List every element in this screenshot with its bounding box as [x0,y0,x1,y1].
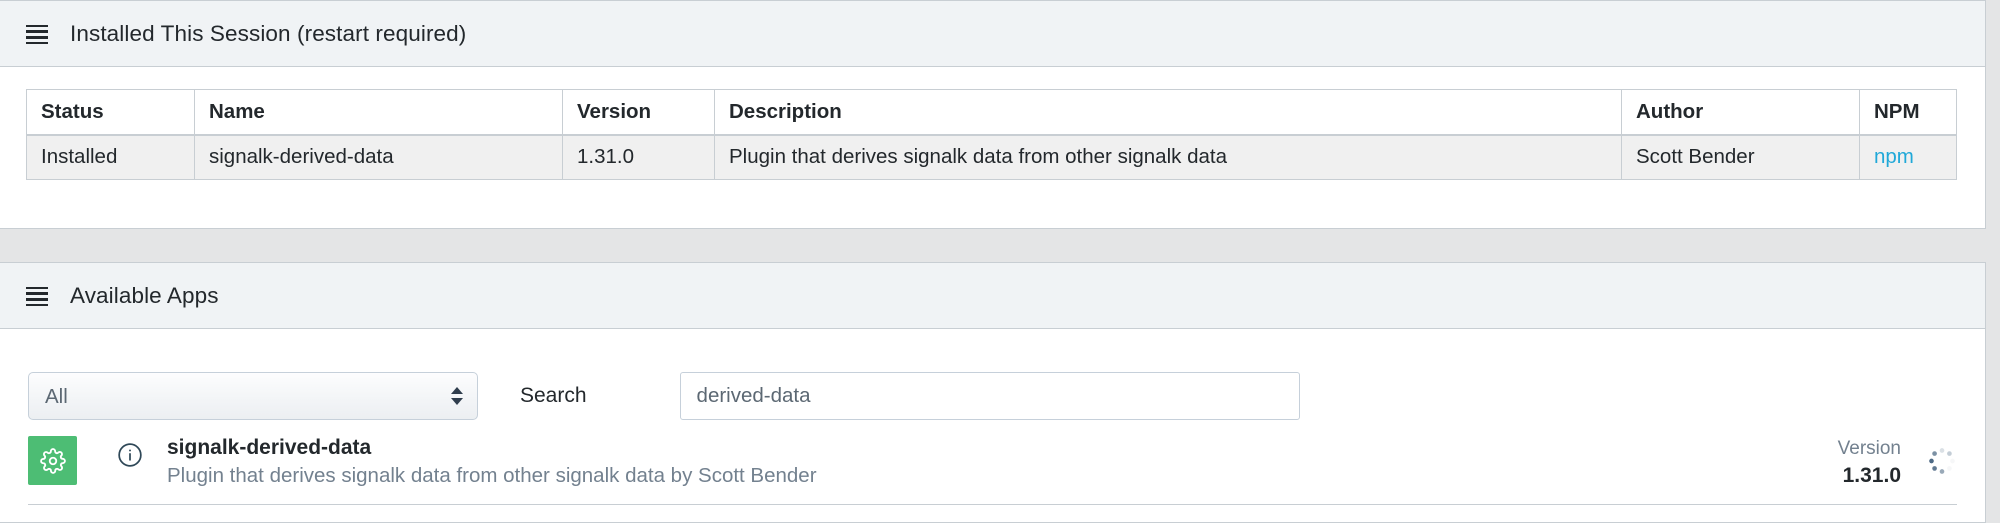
column-header-status: Status [26,89,195,136]
cell-name: signalk-derived-data [194,134,563,180]
column-header-npm: NPM [1859,89,1957,136]
section-gap [0,229,1986,262]
cell-status: Installed [26,134,195,180]
npm-link[interactable]: npm [1874,145,1914,168]
filter-row: All Search [0,329,1985,426]
version-label: Version [1837,438,1901,459]
hamburger-icon [26,286,48,307]
app-meta-block: Version 1.31.0 [1838,436,1957,490]
info-circle-icon[interactable] [117,442,143,468]
category-select[interactable]: All [28,372,478,420]
cell-version: 1.31.0 [562,134,715,180]
available-apps-list: signalk-derived-data Plugin that derives… [0,426,1985,505]
installed-this-session-card: Installed This Session (restart required… [0,0,1986,229]
installed-card-title: Installed This Session (restart required… [70,20,467,46]
install-app-button[interactable] [28,436,77,485]
loading-spinner-icon [1929,448,1955,474]
app-description: Plugin that derives signalk data from ot… [167,463,817,487]
cell-npm: npm [1859,134,1957,180]
list-item: signalk-derived-data Plugin that derives… [28,426,1957,505]
available-apps-card-body: All Search derived-data signalk-derived-… [0,329,1985,505]
version-block: Version 1.31.0 [1838,436,1901,490]
installed-card-body: Status Name Version Description Author N… [0,67,1985,180]
app-text-block: signalk-derived-data Plugin that derives… [167,433,1838,489]
hamburger-icon [26,24,48,45]
column-header-name: Name [194,89,563,136]
available-apps-card-title: Available Apps [70,282,219,308]
cell-author: Scott Bender [1621,134,1860,180]
app-name: signalk-derived-data [167,436,372,459]
gear-icon [39,447,66,474]
search-label: Search [520,384,587,407]
installed-card-header: Installed This Session (restart required… [0,1,1985,67]
plugin-manager-page: Installed This Session (restart required… [0,0,2000,523]
table-body: Installed signalk-derived-data 1.31.0 Pl… [26,134,1957,180]
available-apps-card-header: Available Apps [0,263,1985,329]
page-right-gutter [1986,0,2000,523]
search-input[interactable] [679,372,1300,420]
table-head: Status Name Version Description Author N… [26,89,1957,136]
category-select-wrapper: All [28,372,478,420]
cell-description: Plugin that derives signalk data from ot… [714,134,1622,180]
installed-plugins-table: Status Name Version Description Author N… [26,89,1957,180]
table-row: Installed signalk-derived-data 1.31.0 Pl… [26,134,1957,180]
installed-table-wrapper: Status Name Version Description Author N… [0,67,1985,180]
table-header-row: Status Name Version Description Author N… [26,89,1957,136]
available-apps-card: Available Apps All Search derived-data s… [0,262,1986,523]
column-header-description: Description [714,89,1622,136]
column-header-version: Version [562,89,715,136]
column-header-author: Author [1621,89,1860,136]
version-value: 1.31.0 [1842,463,1901,487]
